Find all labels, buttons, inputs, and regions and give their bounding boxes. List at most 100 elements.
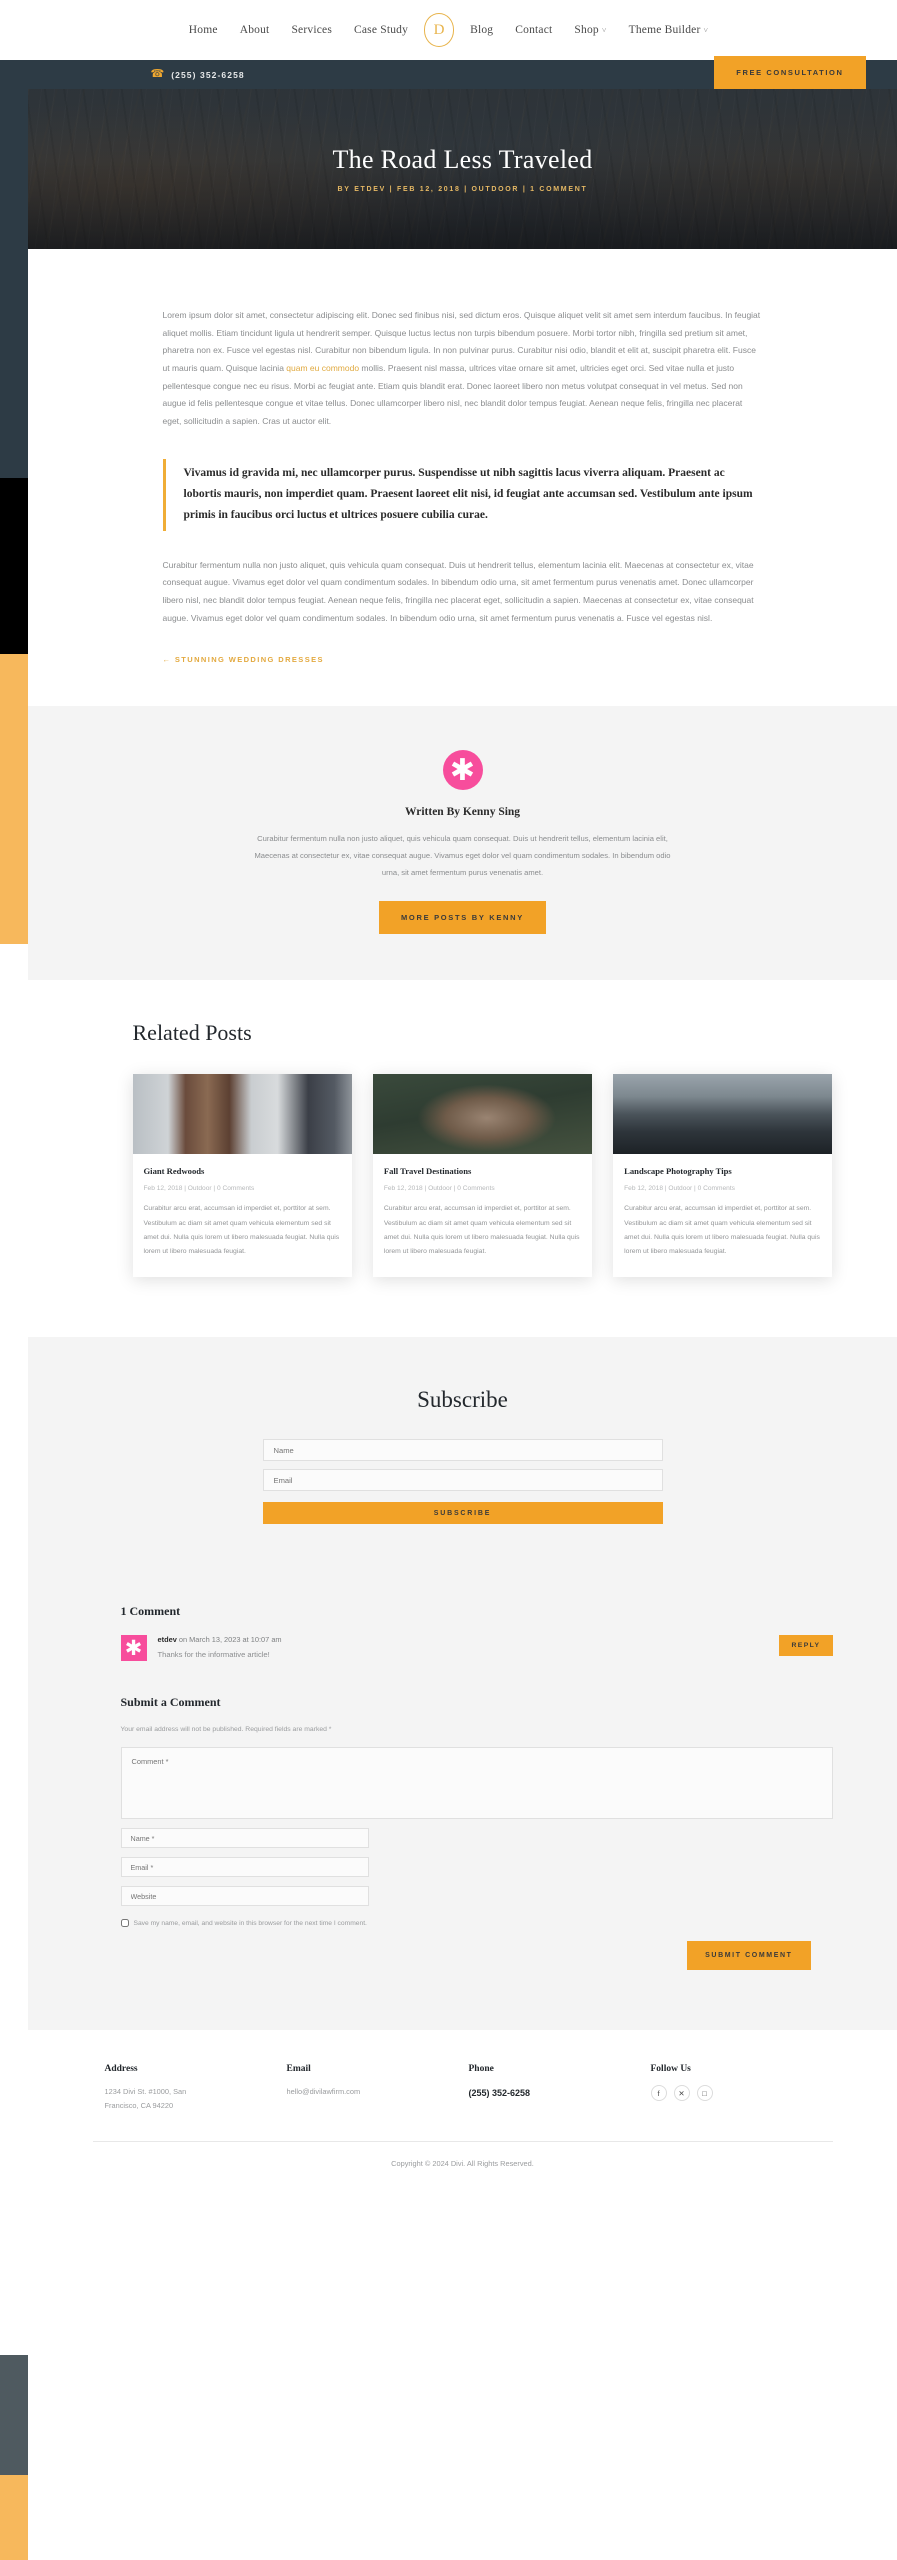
- submit-comment-heading: Submit a Comment: [120, 1695, 221, 1710]
- footer-heading: Follow Us: [650, 2064, 691, 2075]
- subscribe-email-input[interactable]: [262, 1469, 663, 1492]
- footer-heading: Email: [286, 2064, 311, 2075]
- related-posts-grid: Giant Redwoods Feb 12, 2018 | Outdoor | …: [93, 1074, 833, 1278]
- redwood-forest-image: [132, 1074, 352, 1155]
- nav-item-about[interactable]: About: [240, 24, 270, 36]
- comment-textarea[interactable]: [120, 1747, 833, 1820]
- pinecone-image: [372, 1074, 593, 1155]
- inline-link[interactable]: quam eu commodo: [286, 363, 359, 373]
- card-body: Giant Redwoods Feb 12, 2018 | Outdoor | …: [133, 1154, 352, 1277]
- article-body: Lorem ipsum dolor sit amet, consectetur …: [28, 249, 897, 707]
- footer-column-email: Email hello@divilawfirm.com: [287, 2064, 469, 2113]
- phone-number: (255) 352-6258: [171, 69, 245, 80]
- blockquote: Vivamus id gravida mi, nec ullamcorper p…: [162, 458, 763, 531]
- submit-row: SUBMIT COMMENT: [121, 1941, 833, 1971]
- nav-item-label: Blog: [470, 24, 494, 36]
- card-excerpt: Curabitur arcu erat, accumsan id imperdi…: [383, 1205, 580, 1256]
- comment-website-input[interactable]: [120, 1886, 369, 1907]
- previous-post-link[interactable]: ← STUNNING WEDDING DRESSES: [163, 655, 763, 664]
- author-name: Written By Kenny Sing: [404, 806, 521, 819]
- more-posts-button[interactable]: MORE POSTS BY KENNY: [378, 901, 546, 935]
- comment-email-input[interactable]: [120, 1857, 369, 1878]
- footer-columns: Address 1234 Divi St. #1000, San Francis…: [93, 2064, 833, 2113]
- author-bio: Curabitur fermentum nulla non justo aliq…: [254, 834, 671, 877]
- hero-banner: The Road Less Traveled BY ETDEV | FEB 12…: [28, 89, 897, 249]
- subscribe-form: SUBSCRIBE: [262, 1439, 663, 1525]
- nav-item-services[interactable]: Services: [291, 24, 332, 36]
- phone-link[interactable]: ☎ (255) 352-6258: [151, 69, 245, 80]
- x-twitter-icon[interactable]: ✕: [673, 2085, 690, 2102]
- card-title[interactable]: Fall Travel Destinations: [384, 1166, 581, 1176]
- logo-letter: D: [433, 21, 445, 38]
- nav-item-theme-builder[interactable]: Theme Builder ˅: [629, 24, 709, 36]
- page-root: Home About Services Case Study D Blog Co…: [0, 0, 897, 2193]
- comment-text: Thanks for the informative article!: [157, 1650, 270, 1660]
- blockquote-text: Vivamus id gravida mi, nec ullamcorper p…: [183, 466, 753, 522]
- nav-item-label: Home: [188, 24, 218, 36]
- related-posts-section: Related Posts Giant Redwoods Feb 12, 201…: [28, 980, 897, 1338]
- nav-item-home[interactable]: Home: [189, 24, 218, 36]
- chevron-down-icon: ˅: [703, 26, 709, 35]
- nav-item-blog[interactable]: Blog: [470, 24, 493, 36]
- nav-item-label: About: [239, 24, 270, 36]
- footer-column-social: Follow Us f ✕ □: [650, 2064, 833, 2113]
- related-post-card[interactable]: Giant Redwoods Feb 12, 2018 | Outdoor | …: [132, 1074, 352, 1278]
- author-box: ✱ Written By Kenny Sing Curabitur fermen…: [28, 706, 897, 981]
- commenter-avatar: ✱: [120, 1635, 147, 1662]
- card-body: Fall Travel Destinations Feb 12, 2018 | …: [373, 1154, 592, 1277]
- free-consultation-button[interactable]: FREE CONSULTATION: [714, 56, 866, 89]
- subscribe-button[interactable]: SUBSCRIBE: [262, 1502, 663, 1525]
- facebook-icon[interactable]: f: [650, 2085, 667, 2102]
- post-meta: BY ETDEV | FEB 12, 2018 | OUTDOOR | 1 CO…: [337, 186, 588, 193]
- nav-item-case-study[interactable]: Case Study: [354, 24, 408, 36]
- nav-item-label: Theme Builder: [628, 24, 701, 36]
- nav-item-label: Case Study: [354, 24, 409, 36]
- comment-meta: etdev on March 13, 2023 at 10:07 am: [158, 1635, 282, 1644]
- card-excerpt: Curabitur arcu erat, accumsan id imperdi…: [143, 1205, 340, 1256]
- nav-item-contact[interactable]: Contact: [515, 24, 552, 36]
- article-wrapper: Lorem ipsum dolor sit amet, consectetur …: [162, 307, 763, 664]
- related-post-card[interactable]: Fall Travel Destinations Feb 12, 2018 | …: [372, 1074, 593, 1278]
- article-paragraph-2: Curabitur fermentum nulla non justo aliq…: [162, 559, 754, 623]
- footer-heading: Address: [104, 2064, 138, 2075]
- comment-content: etdev on March 13, 2023 at 10:07 am Than…: [158, 1635, 282, 1661]
- chevron-down-icon: ˅: [601, 26, 607, 35]
- left-rail-amber-2: [0, 2475, 28, 2560]
- nav-item-label: Services: [291, 24, 332, 36]
- card-meta: Feb 12, 2018 | Outdoor | 0 Comments: [624, 1185, 735, 1193]
- save-info-checkbox[interactable]: [120, 1919, 129, 1928]
- nav-item-label: Contact: [515, 24, 553, 36]
- nav-item-shop[interactable]: Shop ˅: [574, 24, 606, 36]
- page-title: The Road Less Traveled: [332, 145, 593, 174]
- hero-content: The Road Less Traveled BY ETDEV | FEB 12…: [332, 145, 592, 193]
- author-avatar: ✱: [442, 750, 483, 791]
- footer-heading: Phone: [468, 2064, 494, 2075]
- save-info-checkbox-row: Save my name, email, and website in this…: [120, 1919, 833, 1928]
- primary-navigation: Home About Services Case Study D Blog Co…: [0, 0, 897, 60]
- nav-items-right: Blog Contact Shop ˅ Theme Builder ˅: [470, 24, 708, 36]
- card-meta: Feb 12, 2018 | Outdoor | 0 Comments: [143, 1185, 255, 1193]
- card-title[interactable]: Giant Redwoods: [144, 1166, 341, 1176]
- site-footer: Address 1234 Divi St. #1000, San Francis…: [28, 2030, 897, 2193]
- footer-phone-value[interactable]: (255) 352-6258: [469, 2085, 651, 2102]
- comment-timestamp: on March 13, 2023 at 10:07 am: [176, 1635, 282, 1645]
- comment-name-input[interactable]: [120, 1828, 369, 1849]
- nav-items-left: Home About Services Case Study: [189, 24, 408, 36]
- subscribe-name-input[interactable]: [262, 1439, 663, 1462]
- footer-address-line-1: 1234 Divi St. #1000, San: [104, 2087, 187, 2097]
- footer-email-value[interactable]: hello@divilawfirm.com: [287, 2085, 469, 2099]
- card-excerpt: Curabitur arcu erat, accumsan id imperdi…: [624, 1205, 820, 1256]
- site-logo[interactable]: D: [424, 13, 455, 47]
- save-info-label: Save my name, email, and website in this…: [133, 1919, 367, 1927]
- instagram-icon[interactable]: □: [696, 2085, 713, 2102]
- article-paragraph-1: Lorem ipsum dolor sit amet, consectetur …: [163, 307, 763, 431]
- related-post-card[interactable]: Landscape Photography Tips Feb 12, 2018 …: [613, 1074, 833, 1278]
- reply-button[interactable]: REPLY: [779, 1635, 833, 1657]
- mountain-landscape-image: [613, 1074, 833, 1155]
- nav-item-label: Shop: [574, 24, 599, 36]
- contact-bar-inner: ☎ (255) 352-6258 FREE CONSULTATION: [89, 56, 866, 89]
- submit-comment-button[interactable]: SUBMIT COMMENT: [687, 1941, 811, 1971]
- card-title[interactable]: Landscape Photography Tips: [624, 1166, 821, 1176]
- commenter-name: etdev: [157, 1635, 177, 1645]
- subscribe-heading: Subscribe: [417, 1387, 508, 1413]
